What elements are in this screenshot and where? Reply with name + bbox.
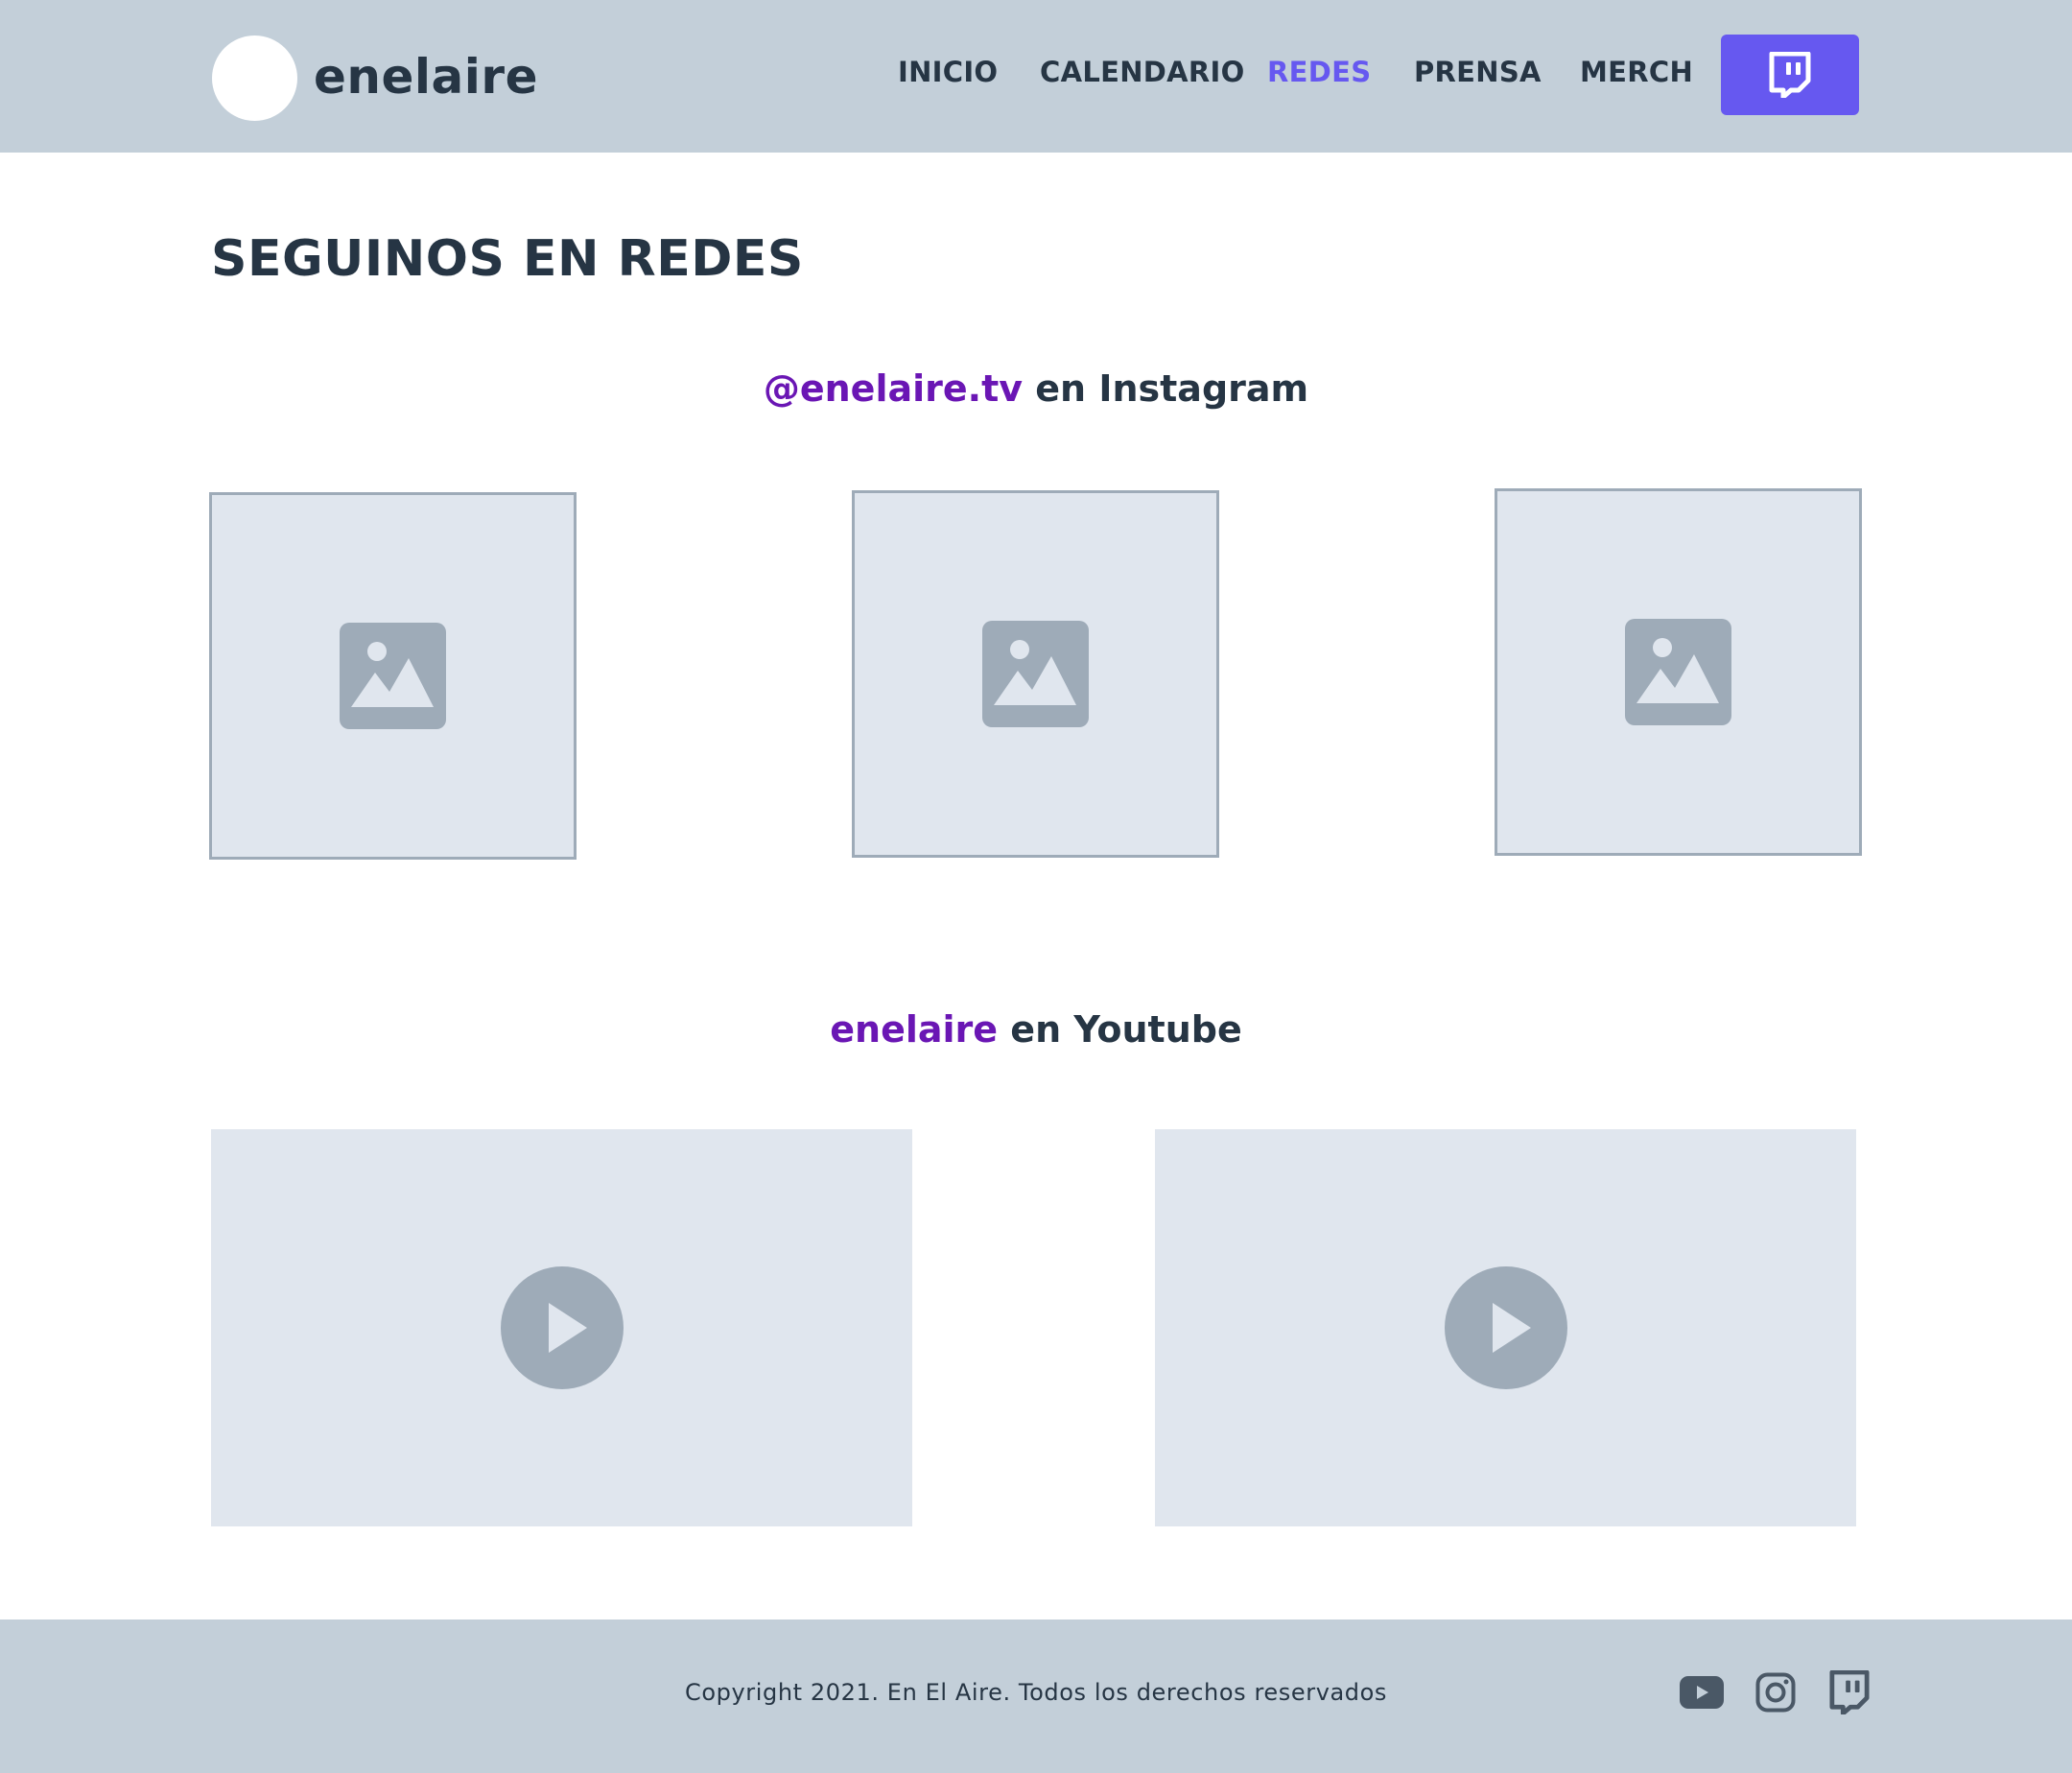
instagram-heading: @enelaire.tv en Instagram	[0, 365, 2072, 413]
instagram-post-3[interactable]	[1495, 488, 1862, 856]
youtube-icon	[1680, 1676, 1724, 1709]
play-icon[interactable]	[1444, 1266, 1567, 1389]
instagram-handle-link[interactable]: @enelaire.tv	[764, 367, 1023, 410]
youtube-handle-link[interactable]: enelaire	[830, 1008, 998, 1051]
play-icon[interactable]	[500, 1266, 624, 1389]
nav-item-inicio[interactable]: INICIO	[898, 53, 998, 91]
image-placeholder-icon	[340, 623, 446, 729]
page-title: SEGUINOS EN REDES	[211, 230, 804, 288]
youtube-heading-suffix: en Youtube	[998, 1008, 1242, 1051]
instagram-icon	[1755, 1672, 1796, 1713]
youtube-link[interactable]	[1679, 1669, 1725, 1715]
instagram-post-2[interactable]	[852, 490, 1219, 858]
twitch-button[interactable]	[1721, 35, 1859, 115]
image-placeholder-icon	[1625, 619, 1731, 725]
instagram-link[interactable]	[1753, 1669, 1799, 1715]
twitch-icon	[1829, 1670, 1870, 1714]
nav-item-prensa[interactable]: PRENSA	[1414, 53, 1542, 91]
image-placeholder-icon	[982, 621, 1089, 727]
nav-item-calendario[interactable]: CALENDARIO	[1040, 53, 1245, 91]
youtube-heading: enelaire en Youtube	[0, 1005, 2072, 1053]
logo-text[interactable]: enelaire	[314, 46, 538, 107]
instagram-post-1[interactable]	[209, 492, 577, 860]
site-footer: Copyright 2021. En El Aire. Todos los de…	[0, 1619, 2072, 1773]
instagram-heading-suffix: en Instagram	[1023, 367, 1309, 410]
site-header: enelaire INICIO CALENDARIO REDES PRENSA …	[0, 0, 2072, 153]
nav-item-redes[interactable]: REDES	[1267, 53, 1371, 91]
twitch-link[interactable]	[1826, 1669, 1872, 1715]
youtube-video-1[interactable]	[211, 1129, 912, 1526]
nav-item-merch[interactable]: MERCH	[1580, 53, 1693, 91]
twitch-icon	[1769, 52, 1811, 98]
youtube-video-2[interactable]	[1155, 1129, 1856, 1526]
logo-icon[interactable]	[212, 35, 297, 121]
